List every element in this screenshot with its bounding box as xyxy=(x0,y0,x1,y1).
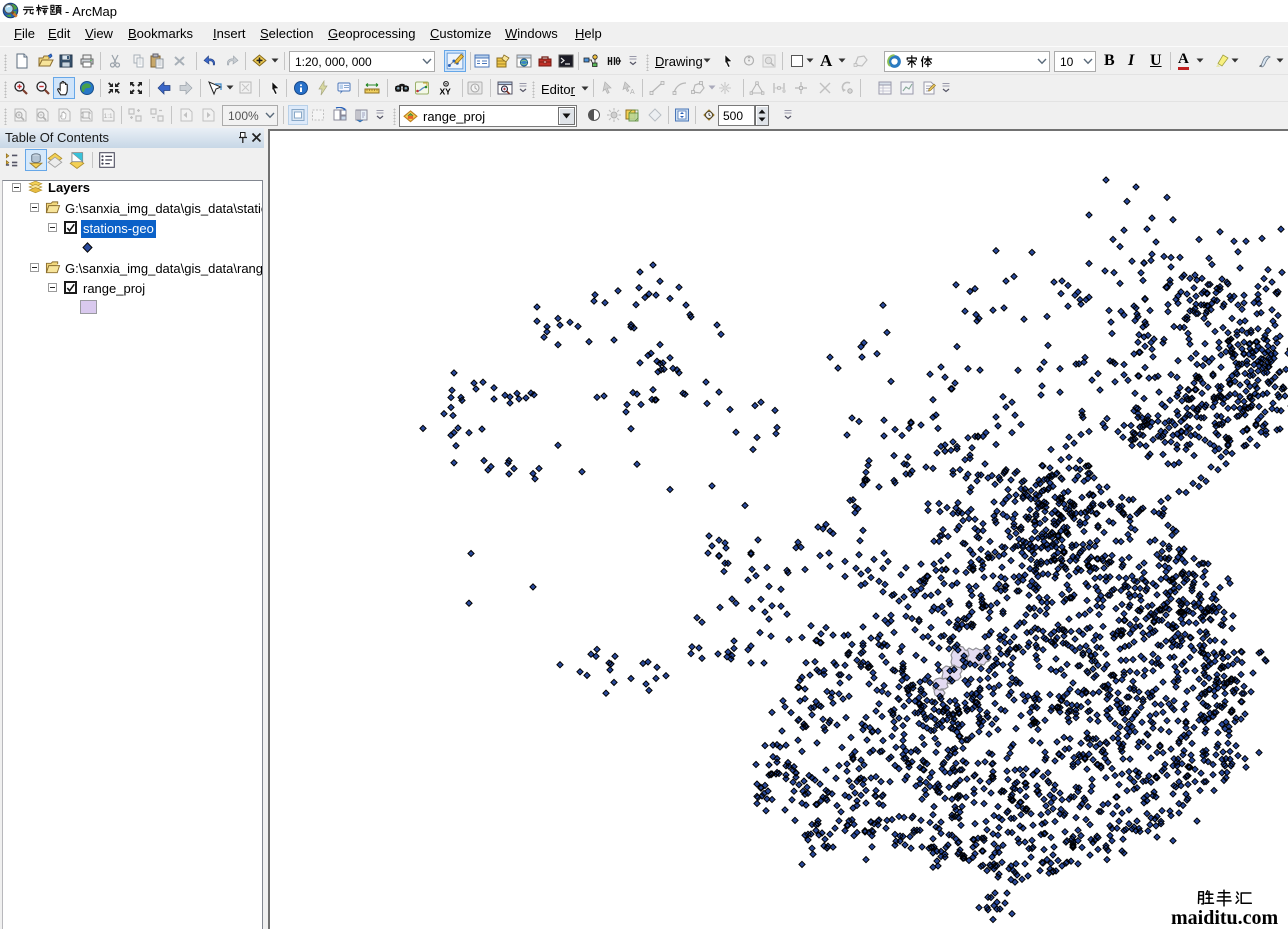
svg-text:A: A xyxy=(630,89,635,96)
svg-text:XY: XY xyxy=(440,87,452,97)
svg-text:maiditu.com: maiditu.com xyxy=(1171,907,1279,929)
svg-text:1:1: 1:1 xyxy=(104,113,113,120)
